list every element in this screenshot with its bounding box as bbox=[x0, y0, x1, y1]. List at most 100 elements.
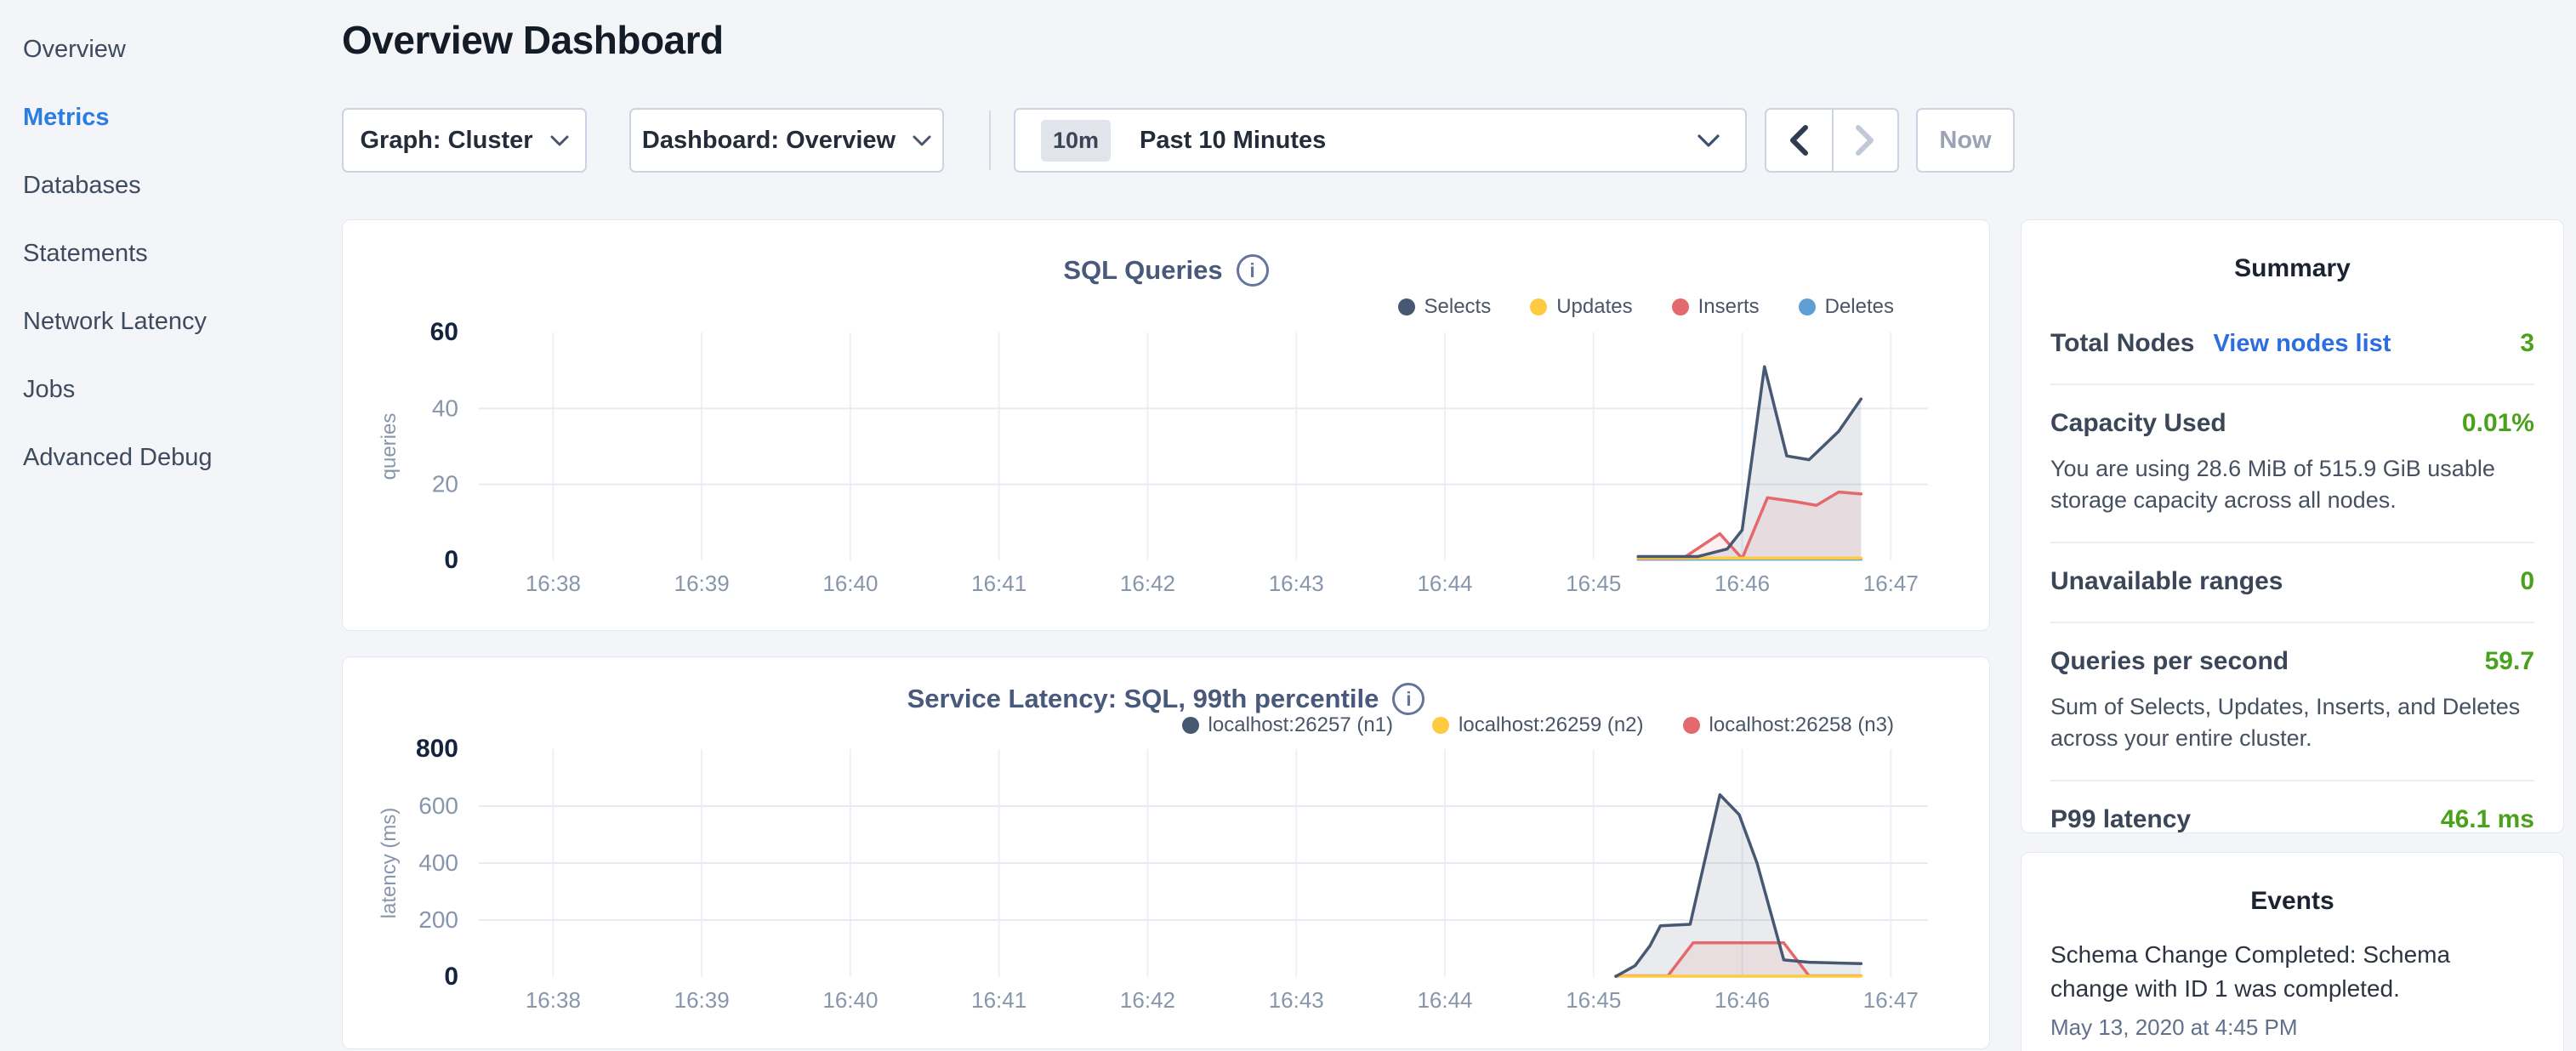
qps-desc: Sum of Selects, Updates, Inserts, and De… bbox=[2050, 691, 2534, 754]
dashboard-dropdown[interactable]: Dashboard: Overview bbox=[629, 108, 944, 173]
svg-text:16:47: 16:47 bbox=[1863, 987, 1919, 1013]
p99-latency-value: 46.1 ms bbox=[2441, 805, 2534, 834]
sidebar-item-overview[interactable]: Overview bbox=[0, 15, 340, 83]
svg-text:16:44: 16:44 bbox=[1417, 571, 1472, 596]
legend-dot-icon bbox=[1182, 717, 1199, 734]
svg-text:latency (ms): latency (ms) bbox=[378, 808, 401, 919]
legend-dot-icon bbox=[1683, 717, 1700, 734]
legend-label: Selects bbox=[1424, 295, 1492, 319]
chart-plot: 16:3816:3916:4016:4116:4216:4316:4416:45… bbox=[367, 737, 1964, 1022]
controls-divider bbox=[989, 111, 991, 170]
svg-text:16:43: 16:43 bbox=[1269, 987, 1324, 1013]
svg-text:16:44: 16:44 bbox=[1417, 987, 1472, 1013]
qps-value: 59.7 bbox=[2485, 647, 2534, 676]
svg-text:16:41: 16:41 bbox=[971, 987, 1026, 1013]
legend-label: localhost:26259 (n2) bbox=[1459, 713, 1643, 737]
legend-item[interactable]: localhost:26258 (n3) bbox=[1683, 713, 1894, 737]
graph-scope-dropdown[interactable]: Graph: Cluster bbox=[342, 108, 587, 173]
legend-dot-icon bbox=[1530, 298, 1547, 315]
now-button[interactable]: Now bbox=[1916, 108, 2015, 173]
chart-legend: Selects Updates Inserts Deletes bbox=[1398, 295, 1895, 319]
total-nodes-label: Total Nodes bbox=[2050, 329, 2194, 358]
sidebar-item-jobs[interactable]: Jobs bbox=[0, 355, 340, 423]
capacity-value: 0.01% bbox=[2462, 409, 2534, 438]
legend-dot-icon bbox=[1672, 298, 1689, 315]
sidebar-item-metrics[interactable]: Metrics bbox=[0, 83, 340, 151]
events-title: Events bbox=[2022, 853, 2563, 916]
events-panel: Events Schema Change Completed: Schema c… bbox=[2021, 852, 2564, 1051]
svg-text:16:38: 16:38 bbox=[526, 571, 581, 596]
svg-text:0: 0 bbox=[444, 546, 458, 574]
event-list-item[interactable]: Schema Change Completed: Schema change w… bbox=[2022, 916, 2563, 1041]
legend-item[interactable]: localhost:26257 (n1) bbox=[1182, 713, 1393, 737]
chevron-left-icon bbox=[1789, 125, 1808, 156]
svg-text:0: 0 bbox=[444, 963, 458, 991]
svg-text:16:45: 16:45 bbox=[1566, 987, 1621, 1013]
svg-text:16:39: 16:39 bbox=[674, 571, 730, 596]
controls-row: Graph: Cluster Dashboard: Overview 10m P… bbox=[342, 108, 2043, 173]
summary-row-qps: Queries per second 59.7 Sum of Selects, … bbox=[2050, 623, 2534, 781]
next-range-button[interactable] bbox=[1832, 110, 1897, 171]
summary-title: Summary bbox=[2022, 220, 2563, 283]
svg-text:16:42: 16:42 bbox=[1120, 571, 1175, 596]
info-icon[interactable]: i bbox=[1237, 254, 1269, 287]
summary-row-capacity: Capacity Used 0.01% You are using 28.6 M… bbox=[2050, 385, 2534, 543]
legend-label: Updates bbox=[1556, 295, 1632, 319]
legend-dot-icon bbox=[1799, 298, 1816, 315]
legend-item[interactable]: Selects bbox=[1398, 295, 1492, 319]
page-title: Overview Dashboard bbox=[342, 17, 724, 63]
chart-title: SQL Queries bbox=[1063, 255, 1222, 286]
legend-label: Deletes bbox=[1825, 295, 1894, 319]
svg-text:600: 600 bbox=[418, 793, 458, 819]
svg-text:16:42: 16:42 bbox=[1120, 987, 1175, 1013]
legend-dot-icon bbox=[1398, 298, 1415, 315]
chart-title: Service Latency: SQL, 99th percentile bbox=[907, 684, 1379, 714]
summary-row-total-nodes: Total Nodes View nodes list 3 bbox=[2050, 305, 2534, 385]
view-nodes-list-link[interactable]: View nodes list bbox=[2213, 330, 2391, 358]
event-text: Schema Change Completed: Schema change w… bbox=[2050, 938, 2534, 1006]
sql-queries-chart-card: SQL Queries i Selects Updates Inserts Delet… bbox=[342, 219, 1990, 631]
svg-text:16:40: 16:40 bbox=[822, 987, 878, 1013]
legend-label: localhost:26257 (n1) bbox=[1208, 713, 1393, 737]
time-range-label: Past 10 Minutes bbox=[1140, 127, 1326, 155]
sidebar-item-network-latency[interactable]: Network Latency bbox=[0, 287, 340, 355]
chevron-down-icon bbox=[1697, 134, 1720, 147]
capacity-desc: You are using 28.6 MiB of 515.9 GiB usab… bbox=[2050, 453, 2534, 516]
time-range-dropdown[interactable]: 10m Past 10 Minutes bbox=[1014, 108, 1747, 173]
sidebar-item-statements[interactable]: Statements bbox=[0, 219, 340, 287]
prev-range-button[interactable] bbox=[1766, 110, 1832, 171]
sidebar-item-databases[interactable]: Databases bbox=[0, 151, 340, 219]
svg-text:queries: queries bbox=[378, 413, 401, 480]
total-nodes-value: 3 bbox=[2520, 329, 2534, 358]
svg-text:16:39: 16:39 bbox=[674, 987, 730, 1013]
time-pager bbox=[1765, 108, 1899, 173]
svg-text:16:40: 16:40 bbox=[822, 571, 878, 596]
chevron-down-icon bbox=[913, 135, 931, 146]
unavailable-ranges-value: 0 bbox=[2520, 567, 2534, 596]
svg-text:800: 800 bbox=[416, 737, 458, 763]
legend-item[interactable]: Inserts bbox=[1672, 295, 1760, 319]
svg-text:400: 400 bbox=[418, 849, 458, 876]
graph-scope-label: Graph: Cluster bbox=[360, 127, 532, 155]
legend-item[interactable]: localhost:26259 (n2) bbox=[1432, 713, 1643, 737]
info-icon[interactable]: i bbox=[1392, 683, 1424, 715]
legend-item[interactable]: Deletes bbox=[1799, 295, 1894, 319]
event-date: May 13, 2020 at 4:45 PM bbox=[2050, 1014, 2534, 1041]
qps-label: Queries per second bbox=[2050, 647, 2289, 676]
p99-latency-label: P99 latency bbox=[2050, 805, 2191, 834]
svg-text:16:47: 16:47 bbox=[1863, 571, 1919, 596]
svg-text:20: 20 bbox=[432, 471, 458, 497]
time-range-badge: 10m bbox=[1041, 120, 1111, 162]
svg-text:16:43: 16:43 bbox=[1269, 571, 1324, 596]
capacity-label: Capacity Used bbox=[2050, 409, 2226, 438]
legend-label: Inserts bbox=[1698, 295, 1760, 319]
sidebar-item-advanced-debug[interactable]: Advanced Debug bbox=[0, 423, 340, 491]
service-latency-chart-card: Service Latency: SQL, 99th percentile i … bbox=[342, 656, 1990, 1049]
svg-text:200: 200 bbox=[418, 906, 458, 933]
summary-row-unavailable-ranges: Unavailable ranges 0 bbox=[2050, 543, 2534, 623]
summary-row-p99-latency: P99 latency 46.1 ms bbox=[2050, 781, 2534, 860]
svg-text:16:45: 16:45 bbox=[1566, 571, 1621, 596]
chevron-down-icon bbox=[550, 135, 569, 146]
unavailable-ranges-label: Unavailable ranges bbox=[2050, 567, 2283, 596]
legend-item[interactable]: Updates bbox=[1530, 295, 1632, 319]
